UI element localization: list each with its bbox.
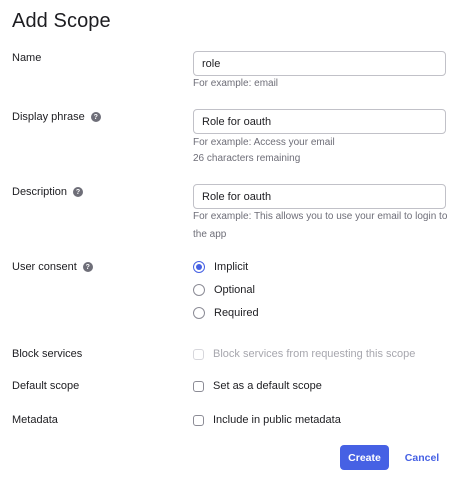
default-scope-option-label: Set as a default scope [213,380,322,392]
radio-optional[interactable] [193,284,205,296]
help-icon[interactable]: ? [73,187,84,197]
display-phrase-input[interactable] [193,109,446,134]
radio-required[interactable] [193,307,205,319]
name-input[interactable] [193,51,446,76]
consent-option-label: Optional [214,284,255,296]
help-icon[interactable]: ? [82,262,93,272]
description-label-text: Description [12,186,68,198]
display-phrase-label-text: Display phrase [12,111,85,123]
default-scope-checkbox[interactable] [193,380,204,392]
consent-option-optional[interactable]: Optional [193,284,255,296]
create-button[interactable]: Create [340,445,389,470]
user-consent-label: User consent ? [12,261,93,273]
dialog-title: Add Scope [12,10,111,32]
block-services-checkbox [193,348,204,360]
name-label: Name [12,52,41,64]
description-input[interactable] [193,184,446,209]
metadata-option[interactable]: Include in public metadata [193,414,341,426]
block-services-label: Block services [12,348,82,360]
consent-option-implicit[interactable]: Implicit [193,261,248,273]
block-services-label-text: Block services [12,348,83,360]
user-consent-label-text: User consent [12,261,77,273]
description-hint: For example: This allows you to use your… [193,211,448,240]
display-phrase-label: Display phrase ? [12,111,101,123]
metadata-option-label: Include in public metadata [213,414,341,426]
default-scope-label: Default scope [12,380,79,392]
help-icon[interactable]: ? [90,112,101,122]
display-phrase-remaining: 26 characters remaining [193,153,301,164]
default-scope-label-text: Default scope [12,380,80,392]
block-services-option-label: Block services from requesting this scop… [213,348,416,360]
consent-option-label: Required [214,307,259,319]
description-label: Description ? [12,186,84,198]
consent-option-label: Implicit [214,261,249,273]
metadata-label-text: Metadata [12,414,58,426]
radio-implicit[interactable] [193,261,205,273]
consent-option-required[interactable]: Required [193,307,259,319]
name-label-text: Name [12,52,42,64]
metadata-checkbox[interactable] [193,414,204,426]
metadata-label: Metadata [12,414,58,426]
default-scope-option[interactable]: Set as a default scope [193,380,322,392]
cancel-button[interactable]: Cancel [399,445,445,470]
name-hint: For example: email [193,78,279,89]
block-services-option: Block services from requesting this scop… [193,348,415,360]
